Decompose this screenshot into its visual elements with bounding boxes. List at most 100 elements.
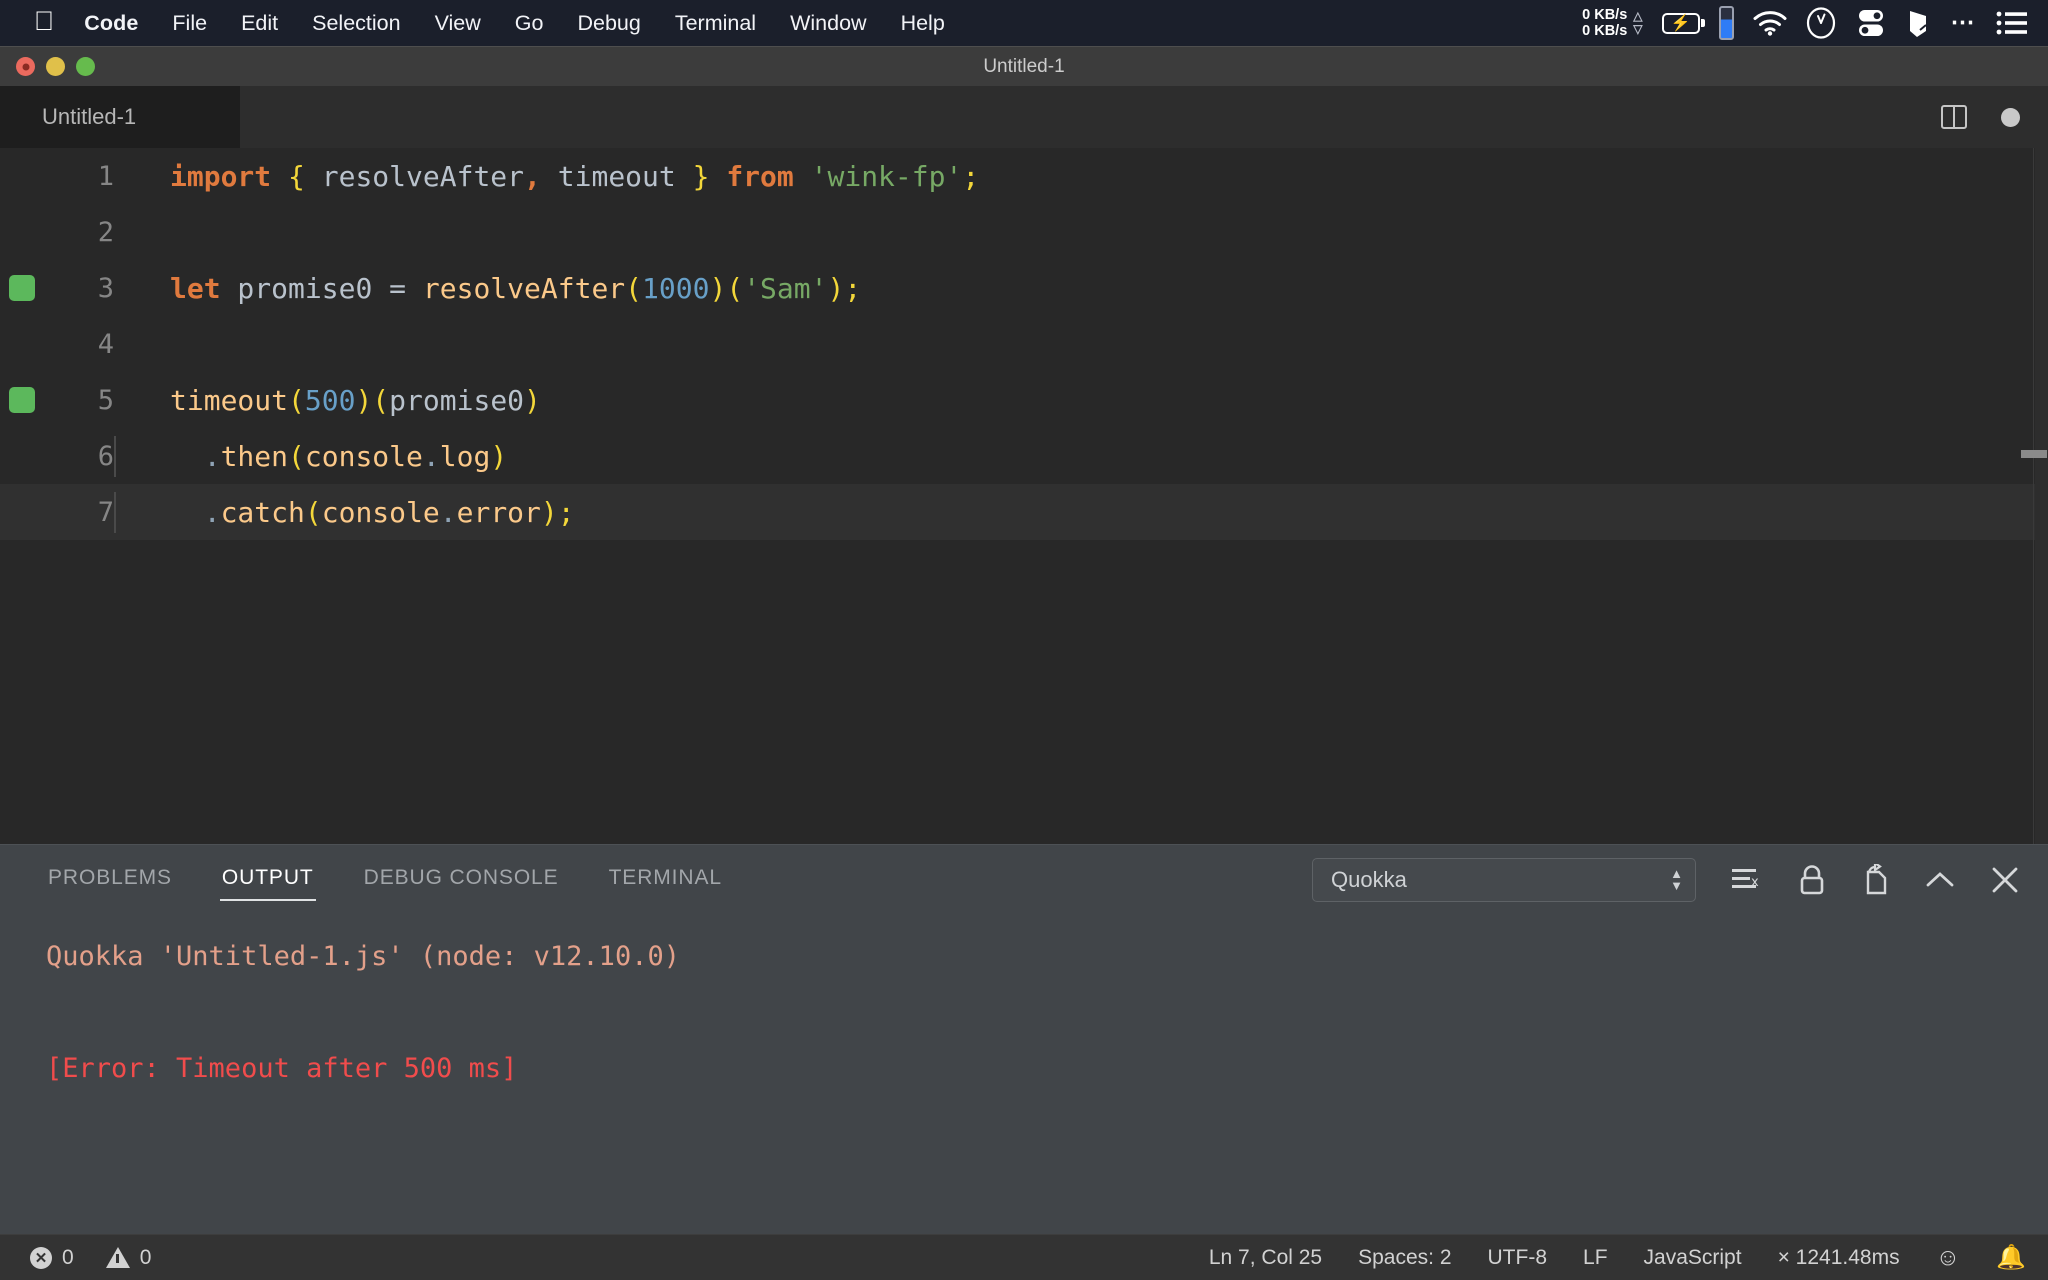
output-channel-select[interactable]: Quokka ▲ ▼ [1312,858,1696,902]
execution-timing[interactable]: × 1241.48ms [1778,1246,1900,1270]
output-info-line: Quokka 'Untitled-1.js' (node: v12.10.0) [46,941,680,972]
code-token: . [422,439,440,473]
bottom-panel: PROBLEMS OUTPUT DEBUG CONSOLE TERMINAL Quok… [0,844,2048,1234]
split-editor-icon[interactable] [1941,105,1967,129]
upload-arrow-icon: △ [1633,8,1643,23]
editor-vertical-scrollbar[interactable] [2020,148,2047,844]
quokka-gutter-marker[interactable] [0,387,44,413]
error-icon[interactable]: ✕ [30,1246,52,1269]
line-number: 5 [97,384,114,416]
close-panel-icon[interactable] [1990,865,2020,895]
code-token: )( [355,383,390,417]
warning-icon[interactable] [105,1247,130,1268]
menu-item-view[interactable]: View [435,11,481,36]
code-token: timeout [540,159,693,193]
tab-label: Untitled-1 [42,104,137,129]
menu-item-file[interactable]: File [172,11,207,36]
tab-untitled-1[interactable]: Untitled-1 [0,86,240,148]
errors-count[interactable]: 0 [62,1246,74,1270]
menu-item-selection[interactable]: Selection [312,11,400,36]
warnings-count[interactable]: 0 [140,1246,152,1270]
status-bar-left: ✕ 0 0 [30,1246,151,1270]
line-number: 1 [97,160,114,192]
editor-tab-bar: Untitled-1 [0,86,2048,148]
code-line[interactable]: 1 import { resolveAfter, timeout } from '… [0,148,2048,204]
code-token: ) [540,495,558,529]
code-line[interactable]: 7 .catch(console.error); [0,484,2048,540]
code-token: ) [827,271,845,305]
menu-item-window[interactable]: Window [790,11,866,36]
window-title: Untitled-1 [983,55,1065,77]
shape-pen-icon[interactable] [1906,7,1932,39]
menu-item-terminal[interactable]: Terminal [675,11,756,36]
eol-setting[interactable]: LF [1583,1246,1608,1270]
code-line[interactable]: 6 .then(console.log) [0,428,2048,484]
open-in-editor-icon[interactable] [1860,864,1890,896]
menu-item-help[interactable]: Help [901,11,945,36]
menu-item-debug[interactable]: Debug [577,11,640,36]
tab-bar-filler [240,86,1941,148]
chevron-updown-icon[interactable]: ▲ ▼ [1670,867,1683,892]
list-menu-icon[interactable] [1996,10,2028,36]
code-token: ( [625,271,643,305]
indentation-setting[interactable]: Spaces: 2 [1358,1246,1451,1270]
menu-item-edit[interactable]: Edit [241,11,278,36]
code-token: ( [288,383,305,417]
bell-notifications-icon[interactable]: 🔔 [1996,1243,2026,1272]
unsaved-dot-icon[interactable] [2001,107,2020,127]
output-content[interactable]: Quokka 'Untitled-1.js' (node: v12.10.0) [… [0,915,2048,1234]
code-token: then [220,439,289,473]
lock-icon[interactable] [1798,864,1826,896]
cursor-position[interactable]: Ln 7, Col 25 [1209,1246,1322,1270]
code-token: } [692,159,710,193]
clear-output-icon[interactable]: x [1730,865,1764,895]
maximize-panel-icon[interactable] [1924,867,1956,893]
language-mode[interactable]: JavaScript [1644,1246,1742,1270]
code-line[interactable]: 5 timeout(500)(promise0) [0,372,2048,428]
smiley-feedback-icon[interactable]: ☺ [1936,1244,1961,1272]
maximize-window-button[interactable] [76,57,95,76]
clock-icon[interactable] [1806,7,1836,39]
code-token: timeout [170,383,289,417]
code-token: ( [304,495,322,529]
menu-item-go[interactable]: Go [515,11,544,36]
quokka-gutter-marker[interactable] [0,275,44,301]
close-window-button[interactable] [16,57,35,76]
scrollbar-marker[interactable] [2020,450,2047,458]
blue-level-indicator-icon[interactable] [1718,6,1734,40]
code-token: promise0 [220,271,390,305]
panel-tab-terminal[interactable]: TERMINAL [607,860,724,900]
wifi-icon[interactable] [1753,10,1787,36]
toggles-icon[interactable] [1855,7,1887,39]
code-token: import [170,159,272,193]
battery-charging-icon[interactable]: ⚡ [1661,12,1705,34]
code-lines: 1 import { resolveAfter, timeout } from '… [0,148,2048,540]
minimize-window-button[interactable] [46,57,65,76]
code-line[interactable]: 3 let promise0 = resolveAfter(1000)('Sam'… [0,260,2048,316]
code-token: ; [962,159,980,193]
apple-logo-icon[interactable]:  [34,7,54,35]
panel-tab-output[interactable]: OUTPUT [219,860,316,901]
code-editor[interactable]: 1 import { resolveAfter, timeout } from '… [0,148,2048,844]
ellipsis-icon[interactable]: ⋯ [1951,10,1978,35]
code-token: log [439,439,491,473]
download-arrow-icon: ▽ [1633,22,1643,36]
line-number: 4 [97,328,114,360]
code-token: . [439,495,457,529]
code-token: . [203,439,221,473]
code-token: 'Sam' [743,271,828,305]
code-text: import { resolveAfter, timeout } from 'w… [114,160,979,193]
encoding-setting[interactable]: UTF-8 [1488,1246,1548,1270]
menu-item-code[interactable]: Code [84,11,138,36]
code-line[interactable]: 2 [0,204,2048,260]
code-token: from [726,159,794,193]
code-line[interactable]: 4 [0,316,2048,372]
output-blank-line [46,985,2048,1041]
network-speed-indicator[interactable]: 0 KB/s 0 KB/s △ ▽ [1582,7,1642,39]
code-text: .then(console.log) [114,435,507,477]
panel-tab-debug-console[interactable]: DEBUG CONSOLE [362,860,561,900]
panel-tab-problems[interactable]: PROBLEMS [46,860,174,900]
